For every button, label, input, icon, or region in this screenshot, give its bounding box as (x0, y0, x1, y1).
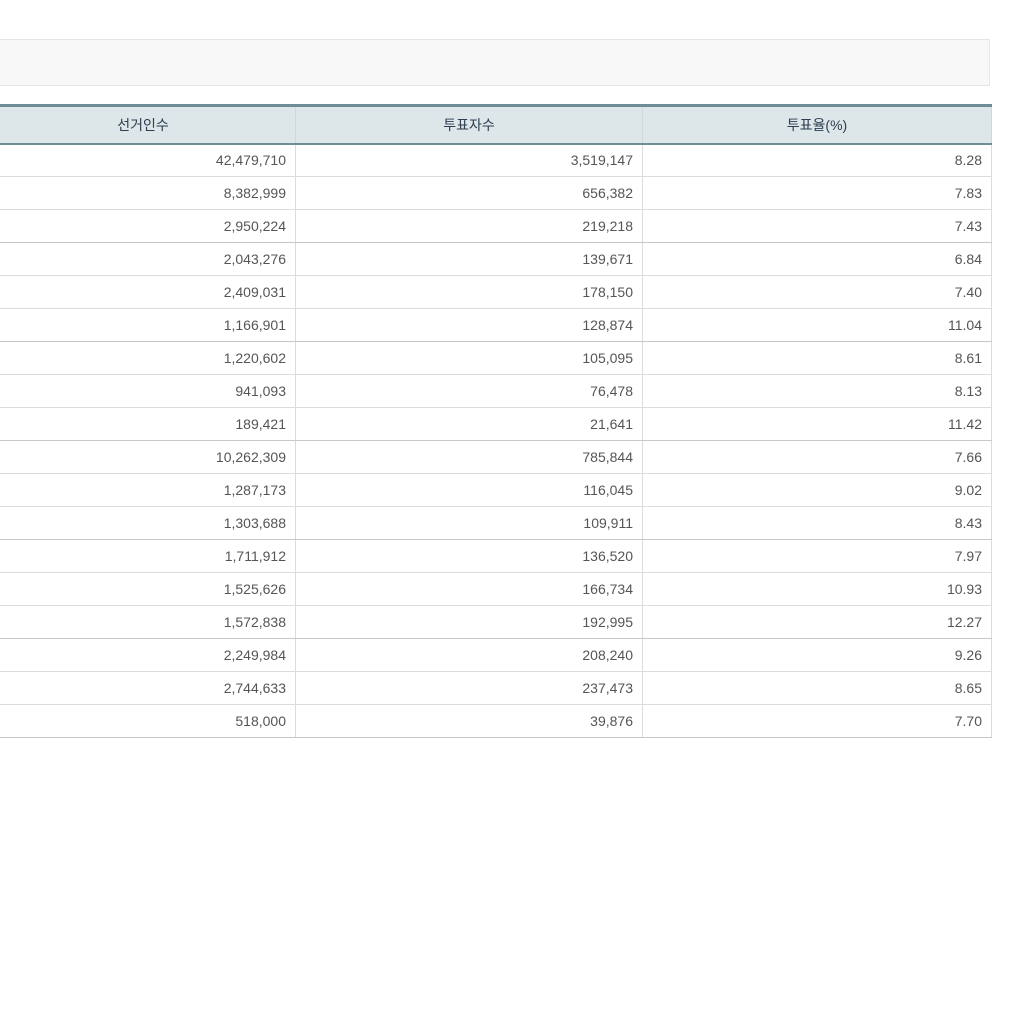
turnout-rate-cell: 8.43 (642, 506, 992, 540)
table-row: 1,166,901 128,874 11.04 (0, 308, 992, 342)
turnout-rate-cell: 7.43 (642, 209, 992, 243)
electors-cell: 2,409,031 (0, 275, 296, 309)
electors-cell: 1,166,901 (0, 308, 296, 342)
voters-cell: 109,911 (295, 506, 643, 540)
turnout-rate-cell: 6.84 (642, 242, 992, 276)
turnout-rate-cell: 8.61 (642, 341, 992, 375)
search-bar (0, 39, 990, 86)
table-row: 941,093 76,478 8.13 (0, 374, 992, 408)
table-row: 1,287,173 116,045 9.02 (0, 473, 992, 507)
table-header: 선거인수 투표자수 투표율(%) (0, 104, 992, 145)
header-row: 선거인수 투표자수 투표율(%) (0, 104, 992, 145)
electors-cell: 10,262,309 (0, 440, 296, 474)
voters-cell: 3,519,147 (295, 143, 643, 177)
turnout-table: 선거인수 투표자수 투표율(%) 42,479,710 3,519,147 8.28… (0, 104, 992, 738)
voters-cell: 237,473 (295, 671, 643, 705)
header-electors: 선거인수 (0, 104, 296, 145)
turnout-rate-cell: 11.04 (642, 308, 992, 342)
voters-cell: 21,641 (295, 407, 643, 441)
table-row: 1,525,626 166,734 10.93 (0, 572, 992, 606)
electors-cell: 1,711,912 (0, 539, 296, 573)
table-row: 2,043,276 139,671 6.84 (0, 242, 992, 276)
table-body: 42,479,710 3,519,147 8.28 8,382,999 656,382 7… (0, 143, 992, 738)
voters-cell: 785,844 (295, 440, 643, 474)
electors-cell: 2,043,276 (0, 242, 296, 276)
header-voters: 투표자수 (295, 104, 643, 145)
turnout-rate-cell: 11.42 (642, 407, 992, 441)
voters-cell: 192,995 (295, 605, 643, 639)
voters-cell: 116,045 (295, 473, 643, 507)
table-row: 2,950,224 219,218 7.43 (0, 209, 992, 243)
table-row: 1,572,838 192,995 12.27 (0, 605, 992, 639)
page: 선거인수 투표자수 투표율(%) 42,479,710 3,519,147 8.28… (0, 0, 1024, 1024)
electors-cell: 2,950,224 (0, 209, 296, 243)
turnout-rate-cell: 7.83 (642, 176, 992, 210)
voters-cell: 39,876 (295, 704, 643, 738)
turnout-rate-cell: 12.27 (642, 605, 992, 639)
turnout-rate-cell: 8.65 (642, 671, 992, 705)
voters-cell: 128,874 (295, 308, 643, 342)
header-turnout-rate: 투표율(%) (642, 104, 992, 145)
electors-cell: 1,303,688 (0, 506, 296, 540)
electors-cell: 1,572,838 (0, 605, 296, 639)
turnout-rate-cell: 8.13 (642, 374, 992, 408)
table-row: 8,382,999 656,382 7.83 (0, 176, 992, 210)
table-row: 10,262,309 785,844 7.66 (0, 440, 992, 474)
turnout-rate-cell: 7.66 (642, 440, 992, 474)
table-row: 42,479,710 3,519,147 8.28 (0, 143, 992, 177)
turnout-rate-cell: 7.97 (642, 539, 992, 573)
turnout-rate-cell: 7.70 (642, 704, 992, 738)
turnout-rate-cell: 8.28 (642, 143, 992, 177)
turnout-rate-cell: 10.93 (642, 572, 992, 606)
table-row: 189,421 21,641 11.42 (0, 407, 992, 441)
table-row: 1,220,602 105,095 8.61 (0, 341, 992, 375)
voters-cell: 139,671 (295, 242, 643, 276)
voters-cell: 656,382 (295, 176, 643, 210)
voters-cell: 178,150 (295, 275, 643, 309)
electors-cell: 941,093 (0, 374, 296, 408)
voters-cell: 105,095 (295, 341, 643, 375)
voters-cell: 219,218 (295, 209, 643, 243)
electors-cell: 1,525,626 (0, 572, 296, 606)
table-row: 2,249,984 208,240 9.26 (0, 638, 992, 672)
voters-cell: 166,734 (295, 572, 643, 606)
turnout-rate-cell: 9.26 (642, 638, 992, 672)
turnout-rate-cell: 7.40 (642, 275, 992, 309)
turnout-rate-cell: 9.02 (642, 473, 992, 507)
electors-cell: 2,249,984 (0, 638, 296, 672)
electors-cell: 1,287,173 (0, 473, 296, 507)
electors-cell: 8,382,999 (0, 176, 296, 210)
table-row: 2,744,633 237,473 8.65 (0, 671, 992, 705)
electors-cell: 189,421 (0, 407, 296, 441)
table-row: 1,711,912 136,520 7.97 (0, 539, 992, 573)
electors-cell: 2,744,633 (0, 671, 296, 705)
electors-cell: 42,479,710 (0, 143, 296, 177)
turnout-table-container: 선거인수 투표자수 투표율(%) 42,479,710 3,519,147 8.28… (0, 104, 992, 738)
table-row: 1,303,688 109,911 8.43 (0, 506, 992, 540)
table-row: 2,409,031 178,150 7.40 (0, 275, 992, 309)
voters-cell: 76,478 (295, 374, 643, 408)
electors-cell: 518,000 (0, 704, 296, 738)
voters-cell: 208,240 (295, 638, 643, 672)
electors-cell: 1,220,602 (0, 341, 296, 375)
voters-cell: 136,520 (295, 539, 643, 573)
table-row: 518,000 39,876 7.70 (0, 704, 992, 738)
